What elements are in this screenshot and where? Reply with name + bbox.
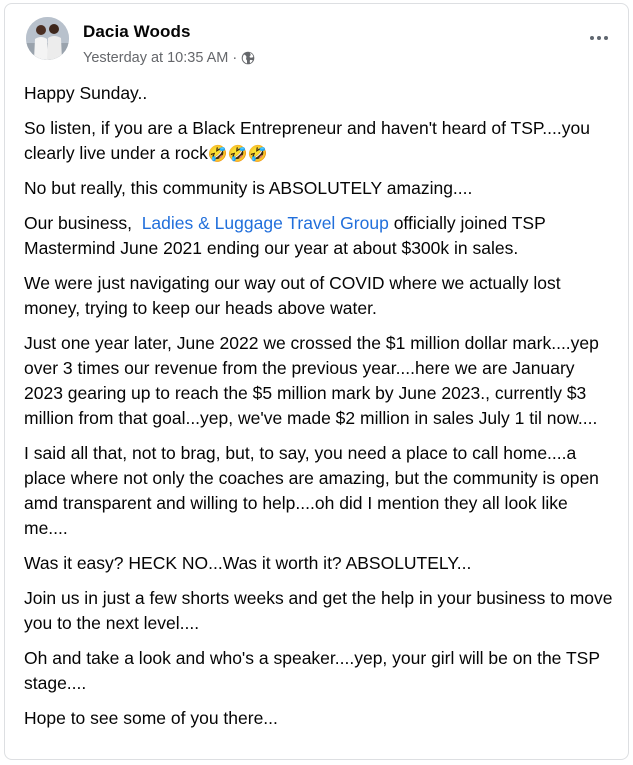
- post-paragraph: Join us in just a few shorts weeks and g…: [24, 588, 613, 633]
- author-name[interactable]: Dacia Woods: [83, 22, 191, 42]
- post-paragraph: Oh and take a look and who's a speaker..…: [24, 648, 600, 693]
- page-mention-link[interactable]: Ladies & Luggage Travel Group: [142, 213, 389, 233]
- post-paragraph: So listen, if you are a Black Entreprene…: [24, 118, 590, 163]
- post-header: Dacia Woods Yesterday at 10:35 AM ·: [26, 17, 614, 71]
- post-paragraph: We were just navigating our way out of C…: [24, 273, 561, 318]
- post-paragraph: Our business, Ladies & Luggage Travel Gr…: [24, 213, 546, 258]
- rofl-emoji-icon: 🤣🤣🤣: [207, 144, 268, 163]
- post-paragraph: Hope to see some of you there...: [24, 708, 278, 728]
- post-paragraph: Just one year later, June 2022 we crosse…: [24, 333, 599, 428]
- post-body: Happy Sunday.. So listen, if you are a B…: [24, 81, 614, 741]
- post-paragraph: I said all that, not to brag, but, to sa…: [24, 443, 599, 538]
- globe-icon[interactable]: [241, 51, 255, 65]
- post-card: Dacia Woods Yesterday at 10:35 AM · Happ…: [4, 3, 629, 760]
- avatar[interactable]: [26, 17, 69, 60]
- post-paragraph: Was it easy? HECK NO...Was it worth it? …: [24, 553, 472, 573]
- more-options-button[interactable]: [584, 28, 614, 48]
- more-horizontal-icon: [590, 36, 594, 40]
- post-paragraph: No but really, this community is ABSOLUT…: [24, 178, 473, 198]
- post-meta: Yesterday at 10:35 AM ·: [83, 50, 255, 66]
- avatar-photo: [26, 17, 69, 60]
- post-paragraph: Happy Sunday..: [24, 83, 148, 103]
- post-timestamp[interactable]: Yesterday at 10:35 AM: [83, 50, 228, 66]
- meta-separator: ·: [232, 50, 238, 66]
